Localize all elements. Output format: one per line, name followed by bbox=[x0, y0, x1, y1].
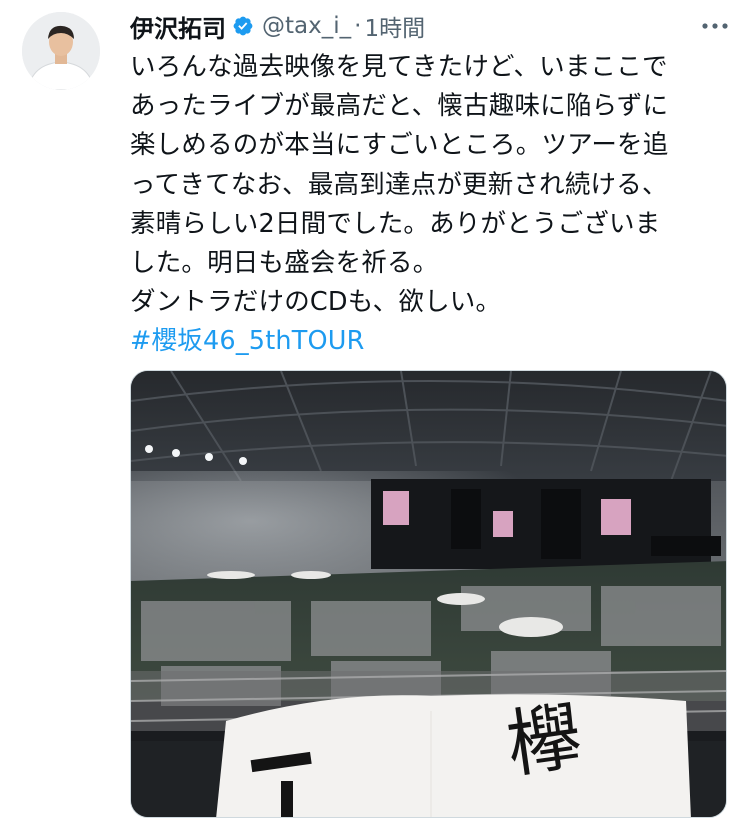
user-handle[interactable]: @tax_i_ bbox=[262, 13, 351, 39]
tweet-photo[interactable]: 欅 bbox=[130, 370, 727, 818]
tweet-body: いろんな過去映像を見てきたけど、いまここで あったライブが最高だと、懐古趣味に陥… bbox=[130, 48, 740, 362]
tweet-text-line: あったライブが最高だと、懐古趣味に陥らずに bbox=[130, 91, 669, 122]
tweet-text-line: した。明日も盛会を祈る。 bbox=[130, 248, 439, 279]
display-name[interactable]: 伊沢拓司 bbox=[130, 9, 226, 44]
tweet-text-line: 素晴らしい2日間でした。ありがとうございま bbox=[130, 208, 661, 239]
more-dots-icon[interactable] bbox=[700, 14, 730, 38]
hashtag-link[interactable]: #櫻坂46_5thTOUR bbox=[130, 322, 740, 361]
tweet-text-line: ってきてなお、最高到達点が更新され続ける、 bbox=[130, 169, 668, 200]
towel-text: 欅 bbox=[502, 693, 587, 788]
tweet-text-line: 楽しめるのが本当にすごいところ。ツアーを追 bbox=[130, 130, 669, 161]
verified-badge-icon bbox=[233, 16, 253, 36]
separator-dot: · bbox=[354, 13, 362, 39]
concert-photo: 欅 bbox=[131, 371, 726, 817]
tweet-text-line: ダントラだけのCDも、欲しい。 bbox=[130, 287, 502, 318]
tweet-header: 伊沢拓司 @tax_i_ · 1時間 bbox=[130, 6, 730, 46]
avatar[interactable] bbox=[22, 12, 100, 90]
tweet-timestamp[interactable]: 1時間 bbox=[364, 9, 425, 43]
tweet-text-line: いろんな過去映像を見てきたけど、いまここで bbox=[130, 52, 668, 82]
